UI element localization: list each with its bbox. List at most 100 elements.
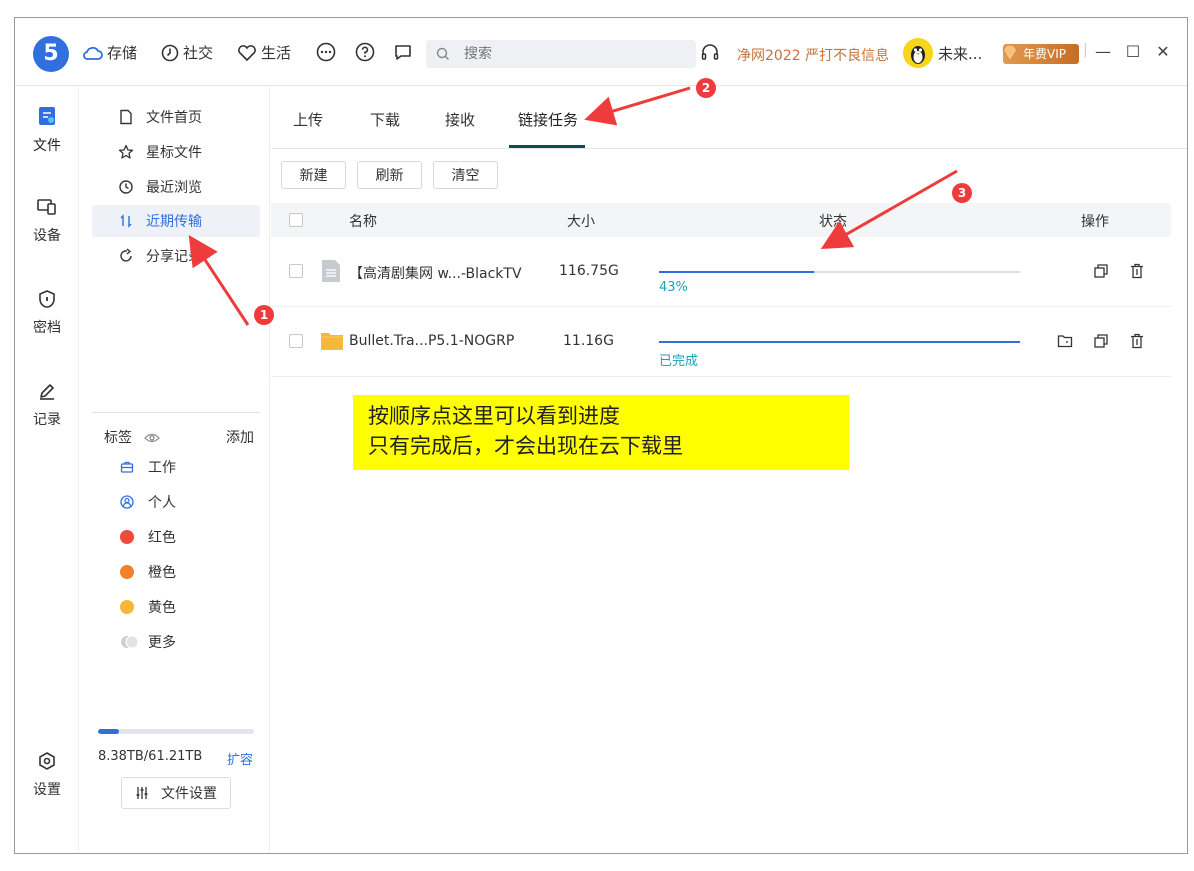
divider: | xyxy=(1083,42,1088,58)
header-status: 状态 xyxy=(819,214,847,230)
tag-work[interactable]: 工作 xyxy=(120,457,176,477)
annotation-line-1: 按顺序点这里可以看到进度 xyxy=(368,404,620,428)
file-size: 116.75G xyxy=(559,263,619,279)
red-dot-icon xyxy=(120,530,134,544)
copy-icon[interactable] xyxy=(1093,263,1109,279)
clear-button[interactable]: 清空 xyxy=(433,161,498,189)
row-checkbox[interactable] xyxy=(289,334,303,348)
heart-icon xyxy=(238,44,256,61)
sidebar-item-label: 最近浏览 xyxy=(146,180,202,196)
tag-label: 更多 xyxy=(148,635,176,651)
tag-red[interactable]: 红色 xyxy=(120,527,176,547)
tab-bar: 上传 下载 接收 链接任务 xyxy=(271,87,1187,149)
main-panel: 上传 下载 接收 链接任务 新建 刷新 清空 名称 大小 状态 操作 【高清剧集… xyxy=(271,87,1187,853)
promo-link[interactable]: 净网2022 严打不良信息 xyxy=(737,45,889,65)
star-icon xyxy=(118,144,134,159)
tag-yellow[interactable]: 黄色 xyxy=(120,597,176,617)
yellow-dot-icon xyxy=(120,600,134,614)
minimize-button[interactable]: — xyxy=(1093,42,1113,61)
storage-bar-fill xyxy=(98,729,120,734)
close-button[interactable]: ✕ xyxy=(1153,42,1173,61)
table-row[interactable]: Bullet.Tra...P5.1-NOGRP 11.16G 已完成 xyxy=(271,307,1171,377)
username[interactable]: 未来... xyxy=(938,43,982,64)
nav-social[interactable]: 社交 xyxy=(161,42,213,63)
nav-storage[interactable]: 存储 xyxy=(83,42,137,63)
sidebar-item-starred[interactable]: 星标文件 xyxy=(92,136,260,168)
maximize-button[interactable]: ☐ xyxy=(1123,42,1143,61)
rail-vault[interactable]: 密档 xyxy=(15,289,79,337)
tag-personal[interactable]: 个人 xyxy=(120,492,176,512)
tags-add-button[interactable]: 添加 xyxy=(226,427,254,447)
sidebar-item-label: 星标文件 xyxy=(146,145,202,161)
sidebar-item-shares[interactable]: 分享记录 xyxy=(92,240,260,272)
new-button[interactable]: 新建 xyxy=(281,161,346,189)
headset-icon[interactable] xyxy=(700,42,720,62)
rail-settings[interactable]: 设置 xyxy=(15,751,79,799)
sidebar-item-home[interactable]: 文件首页 xyxy=(92,101,260,133)
copy-icon[interactable] xyxy=(1093,333,1109,349)
sidebar-item-transfers[interactable]: 近期传输 xyxy=(92,205,260,237)
status-text: 已完成 xyxy=(659,354,699,369)
nav-storage-label: 存储 xyxy=(107,44,138,62)
more-icon[interactable] xyxy=(316,42,336,62)
step-badge-2: 2 xyxy=(696,78,716,98)
open-folder-icon[interactable] xyxy=(1057,333,1073,349)
person-icon xyxy=(120,495,134,509)
storage-text: 8.38TB/61.21TB xyxy=(98,749,203,764)
rail-notes[interactable]: 记录 xyxy=(15,381,79,429)
header-name[interactable]: 名称 xyxy=(349,211,377,231)
tab-download[interactable]: 下载 xyxy=(370,109,400,130)
message-icon[interactable] xyxy=(393,42,413,62)
header-ops: 操作 xyxy=(1081,214,1109,230)
refresh-button[interactable]: 刷新 xyxy=(357,161,422,189)
step-badge-3: 3 xyxy=(952,183,972,203)
table-header: 名称 大小 状态 操作 xyxy=(271,203,1171,237)
tab-upload[interactable]: 上传 xyxy=(293,109,323,130)
delete-icon[interactable] xyxy=(1129,263,1145,279)
clock-icon xyxy=(161,44,179,61)
penguin-avatar-icon xyxy=(911,46,925,64)
header-size[interactable]: 大小 xyxy=(567,211,595,231)
rail-notes-label: 记录 xyxy=(33,412,61,428)
left-rail: 文件 设备 密档 记录 设置 xyxy=(15,87,79,853)
history-icon xyxy=(119,180,133,194)
tag-more[interactable]: 更多 xyxy=(120,632,176,652)
eye-icon[interactable] xyxy=(144,432,161,444)
nav-life[interactable]: 生活 xyxy=(237,42,291,63)
rail-vault-label: 密档 xyxy=(33,320,61,336)
annotation-line-2: 只有完成后，才会出现在云下载里 xyxy=(368,434,683,458)
search-icon xyxy=(436,47,449,60)
help-icon[interactable] xyxy=(355,42,375,62)
nav-social-label: 社交 xyxy=(183,44,214,62)
sidebar-divider xyxy=(92,412,260,413)
vip-badge[interactable]: 年费VIP xyxy=(1002,44,1079,64)
rail-files[interactable]: 文件 xyxy=(15,95,79,161)
tab-link-tasks[interactable]: 链接任务 xyxy=(518,109,578,130)
tab-receive[interactable]: 接收 xyxy=(445,109,475,130)
app-logo[interactable]: 5 xyxy=(33,36,69,72)
active-tab-indicator xyxy=(509,145,585,148)
expand-storage-link[interactable]: 扩容 xyxy=(227,749,253,768)
rail-devices-label: 设备 xyxy=(33,228,61,244)
avatar[interactable] xyxy=(903,38,933,68)
file-name: 【高清剧集网 w...-BlackTV xyxy=(349,266,522,282)
cloud-icon xyxy=(83,46,103,60)
vip-label: 年费VIP xyxy=(1023,47,1066,61)
delete-icon[interactable] xyxy=(1129,333,1145,349)
row-checkbox[interactable] xyxy=(289,264,303,278)
select-all-checkbox[interactable] xyxy=(289,213,303,227)
tag-label: 工作 xyxy=(148,460,176,476)
search-box[interactable] xyxy=(426,40,696,68)
title-bar: 5 存储 社交 生活 净网2022 严打不良信息 未来... 年费VIP xyxy=(15,18,1187,86)
sidebar-item-recent[interactable]: 最近浏览 xyxy=(92,171,260,203)
status-text: 43% xyxy=(659,280,688,295)
progress-bar xyxy=(659,271,1020,273)
rail-devices[interactable]: 设备 xyxy=(15,197,79,245)
tags-title: 标签 xyxy=(104,430,132,446)
folder-icon xyxy=(321,333,343,350)
file-settings-button[interactable]: 文件设置 xyxy=(121,777,231,809)
tag-label: 黄色 xyxy=(148,600,176,616)
search-input[interactable] xyxy=(464,46,664,62)
tag-orange[interactable]: 橙色 xyxy=(120,562,176,582)
table-row[interactable]: 【高清剧集网 w...-BlackTV 116.75G 43% xyxy=(271,237,1171,307)
